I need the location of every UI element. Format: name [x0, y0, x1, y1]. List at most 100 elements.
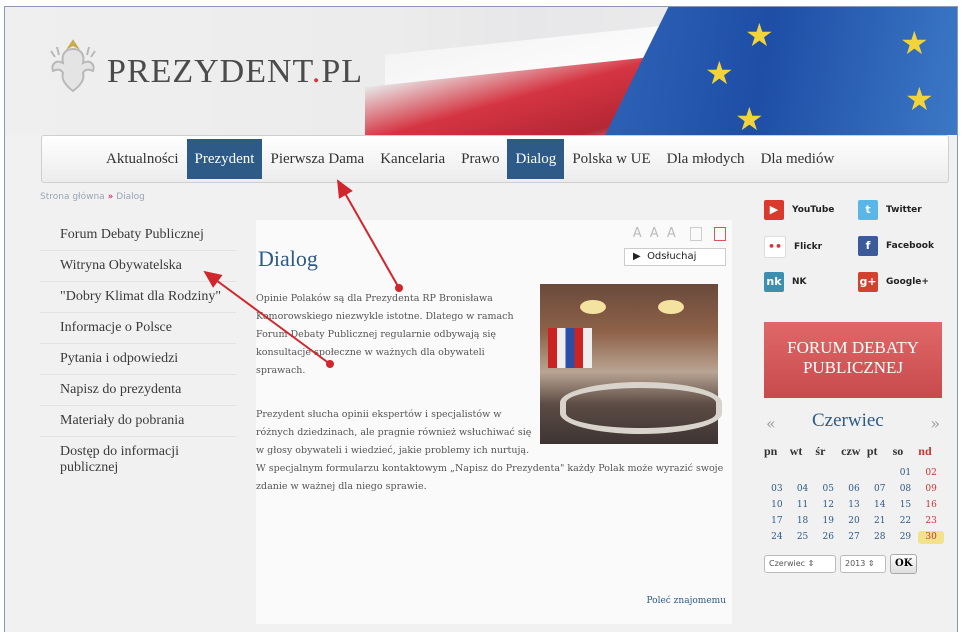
weekday-label: nd — [918, 444, 932, 458]
calendar-day[interactable]: 13 — [841, 499, 867, 512]
calendar-empty-cell — [790, 467, 816, 480]
nav-item-prawo[interactable]: Prawo — [453, 139, 507, 179]
main-nav-bar: Aktualności Prezydent Pierwsza Dama Kanc… — [41, 135, 949, 183]
sidebar-item-dobry-klimat[interactable]: "Dobry Klimat dla Rodziny" — [40, 282, 236, 313]
calendar-day[interactable]: 10 — [764, 499, 790, 512]
weekday-label: wt — [789, 444, 803, 458]
month-select[interactable]: Czerwiec ⇕ — [764, 555, 836, 573]
flickr-icon: •• — [764, 236, 786, 258]
nav-item-dla-mlodych[interactable]: Dla młodych — [659, 139, 753, 179]
calendar-next-button[interactable]: » — [930, 414, 940, 433]
calendar-day[interactable]: 23 — [918, 515, 944, 528]
social-googleplus[interactable]: g+ Google+ — [858, 272, 929, 292]
nav-item-prezydent[interactable]: Prezydent — [186, 139, 263, 179]
chandelier-shape — [580, 300, 606, 314]
calendar-day[interactable]: 26 — [815, 531, 841, 544]
breadcrumb-current[interactable]: Dialog — [116, 192, 145, 202]
calendar-day[interactable]: 09 — [918, 483, 944, 496]
googleplus-icon: g+ — [858, 272, 878, 292]
nav-item-kancelaria[interactable]: Kancelaria — [372, 139, 453, 179]
calendar-ok-button[interactable]: OK — [890, 554, 918, 574]
calendar-day[interactable]: 18 — [790, 515, 816, 528]
eagle-emblem-icon — [50, 39, 96, 93]
breadcrumb: Strona główna» Dialog — [40, 192, 145, 202]
calendar-day[interactable]: 15 — [893, 499, 919, 512]
sidebar-item-dostep[interactable]: Dostęp do informacji publicznej — [40, 437, 236, 483]
chandelier-shape — [658, 300, 684, 314]
sidebar-item-forum[interactable]: Forum Debaty Publicznej — [40, 220, 236, 251]
calendar-header: « Czerwiec » — [764, 410, 944, 436]
listen-button[interactable]: ▶ Odsłuchaj — [624, 248, 726, 266]
nav-item-dialog[interactable]: Dialog — [507, 139, 565, 179]
calendar-grid: 01 02 03 04 05 06 07 08 09 10 11 12 13 14 15 16 17 18 19 20… — [764, 467, 944, 544]
youtube-icon: ▶ — [764, 200, 784, 220]
calendar-day[interactable]: 07 — [867, 483, 893, 496]
calendar-day[interactable]: 01 — [893, 467, 919, 480]
calendar-day[interactable]: 24 — [764, 531, 790, 544]
header-banner: ★ ★ ★ ★ ★ PREZYDENT.PL — [5, 7, 957, 135]
calendar-day[interactable]: 12 — [815, 499, 841, 512]
logo-text: PREZYDENT.PL — [107, 53, 363, 90]
recommend-link[interactable]: Poleć znajomemu — [646, 596, 726, 606]
forum-banner-line1: FORUM DEBATY — [787, 338, 919, 357]
calendar-day[interactable]: 08 — [893, 483, 919, 496]
calendar-day[interactable]: 06 — [841, 483, 867, 496]
facebook-icon: f — [858, 236, 878, 256]
calendar-day[interactable]: 02 — [918, 467, 944, 480]
font-size-controls[interactable]: A A A — [633, 226, 678, 241]
weekday-label: so — [892, 444, 904, 458]
twitter-icon: t — [858, 200, 878, 220]
pdf-icon[interactable] — [714, 226, 726, 241]
social-nk[interactable]: nk NK — [764, 272, 807, 292]
social-twitter[interactable]: t Twitter — [858, 200, 922, 220]
calendar-day[interactable]: 25 — [790, 531, 816, 544]
nav-item-dla-mediow[interactable]: Dla mediów — [753, 139, 843, 179]
eu-star-icon: ★ — [900, 24, 929, 62]
calendar-day[interactable]: 17 — [764, 515, 790, 528]
sidebar-item-informacje[interactable]: Informacje o Polsce — [40, 313, 236, 344]
social-flickr[interactable]: •• Flickr — [764, 236, 822, 258]
sidebar-item-napisz[interactable]: Napisz do prezydenta — [40, 375, 236, 406]
calendar-prev-button[interactable]: « — [766, 414, 776, 433]
calendar-day[interactable]: 28 — [867, 531, 893, 544]
calendar-day[interactable]: 03 — [764, 483, 790, 496]
social-youtube[interactable]: ▶ YouTube — [764, 200, 834, 220]
text-tools: A A A — [633, 226, 726, 241]
sidebar-item-pytania[interactable]: Pytania i odpowiedzi — [40, 344, 236, 375]
calendar-empty-cell — [764, 467, 790, 480]
weekday-label: śr — [815, 444, 826, 458]
weekday-label: czw — [841, 444, 861, 458]
calendar-day[interactable]: 27 — [841, 531, 867, 544]
sidebar-item-materialy[interactable]: Materiały do pobrania — [40, 406, 236, 437]
main-nav: Aktualności Prezydent Pierwsza Dama Kanc… — [98, 138, 842, 180]
calendar-day[interactable]: 04 — [790, 483, 816, 496]
social-facebook[interactable]: f Facebook — [858, 236, 934, 256]
calendar-widget: « Czerwiec » pn wt śr czw pt so nd 01 02 0… — [764, 410, 944, 574]
calendar-day[interactable]: 19 — [815, 515, 841, 528]
sidebar-item-witryna[interactable]: Witryna Obywatelska — [40, 251, 236, 282]
print-icon[interactable] — [689, 226, 702, 241]
breadcrumb-separator: » — [107, 192, 114, 202]
calendar-weekdays: pn wt śr czw pt so nd — [764, 444, 944, 459]
calendar-month-title: Czerwiec — [812, 410, 884, 431]
calendar-day[interactable]: 21 — [867, 515, 893, 528]
calendar-day[interactable]: 20 — [841, 515, 867, 528]
calendar-day[interactable]: 22 — [893, 515, 919, 528]
calendar-day[interactable]: 30 — [918, 531, 944, 544]
calendar-day[interactable]: 05 — [815, 483, 841, 496]
nav-item-pierwsza-dama[interactable]: Pierwsza Dama — [262, 139, 372, 179]
eu-star-icon: ★ — [905, 80, 934, 118]
year-select[interactable]: 2013 ⇕ — [840, 555, 886, 573]
forum-debaty-banner[interactable]: FORUM DEBATY PUBLICZNEJ — [764, 322, 942, 398]
calendar-day[interactable]: 11 — [790, 499, 816, 512]
nav-item-polska-w-ue[interactable]: Polska w UE — [564, 139, 658, 179]
calendar-form: Czerwiec ⇕ 2013 ⇕ OK — [764, 554, 944, 574]
breadcrumb-home-link[interactable]: Strona główna — [40, 192, 105, 202]
calendar-day[interactable]: 29 — [893, 531, 919, 544]
nav-item-aktualnosci[interactable]: Aktualności — [98, 139, 187, 179]
main-content: A A A ▶ Odsłuchaj Dialog Opinie Polaków … — [256, 220, 732, 624]
calendar-empty-cell — [815, 467, 841, 480]
listen-label: Odsłuchaj — [647, 251, 697, 262]
calendar-day[interactable]: 16 — [918, 499, 944, 512]
calendar-day[interactable]: 14 — [867, 499, 893, 512]
